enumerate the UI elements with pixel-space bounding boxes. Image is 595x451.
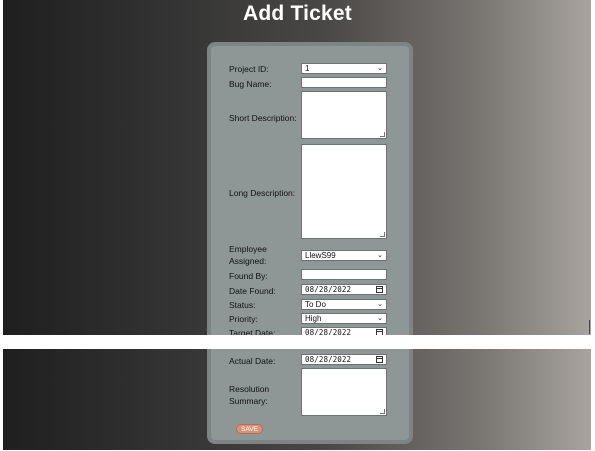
bug-name-label: Bug Name: [229,79,272,89]
status-select[interactable]: To Do ⌄ [301,299,387,310]
actual-date-value: 08/28/2022 [305,355,352,364]
short-description-label: Short Description: [229,113,297,123]
screenshot-gap [0,335,595,349]
calendar-icon[interactable] [376,356,383,363]
long-description-label: Long Description: [229,188,296,198]
priority-label: Priority: [229,314,258,324]
employee-assigned-label-line1: Employee [229,244,267,254]
found-by-input[interactable] [301,269,387,280]
resize-handle-icon[interactable] [380,232,385,237]
resolution-summary-label-line2: Summary: [229,396,268,406]
employee-assigned-select[interactable]: LlewS99 ⌄ [301,250,387,261]
priority-select[interactable]: High ⌄ [301,313,387,324]
long-description-textarea[interactable] [301,144,387,239]
chevron-down-icon: ⌄ [377,301,383,308]
calendar-icon[interactable] [376,286,383,293]
chevron-down-icon: ⌄ [377,65,383,72]
status-label: Status: [229,300,256,310]
priority-value: High [305,314,322,323]
actual-date-input[interactable]: 08/28/2022 [301,354,387,365]
date-found-label: Date Found: [229,286,276,296]
resize-handle-icon[interactable] [380,132,385,137]
save-button[interactable]: SAVE [236,424,263,434]
project-id-label: Project ID: [229,64,269,74]
edge-divider [589,320,590,334]
employee-assigned-label-line2: Assigned: [229,256,267,266]
resolution-summary-label-line1: Resolution [229,384,270,394]
short-description-textarea[interactable] [301,91,387,139]
employee-assigned-value: LlewS99 [305,251,336,260]
found-by-label: Found By: [229,271,268,281]
date-found-input[interactable]: 08/28/2022 [301,284,387,295]
bug-name-input[interactable] [301,77,387,88]
actual-date-label: Actual Date: [229,356,276,366]
status-value: To Do [305,300,326,309]
project-id-select[interactable]: 1 ⌄ [301,63,387,74]
chevron-down-icon: ⌄ [377,315,383,322]
date-found-value: 08/28/2022 [305,285,352,294]
page-title: Add Ticket [243,2,352,25]
ticket-form-card: Project ID: 1 ⌄ Bug Name: Short Descript… [207,42,413,444]
project-id-value: 1 [305,64,310,73]
resize-handle-icon[interactable] [380,409,385,414]
chevron-down-icon: ⌄ [377,252,383,259]
resolution-summary-textarea[interactable] [301,368,387,416]
